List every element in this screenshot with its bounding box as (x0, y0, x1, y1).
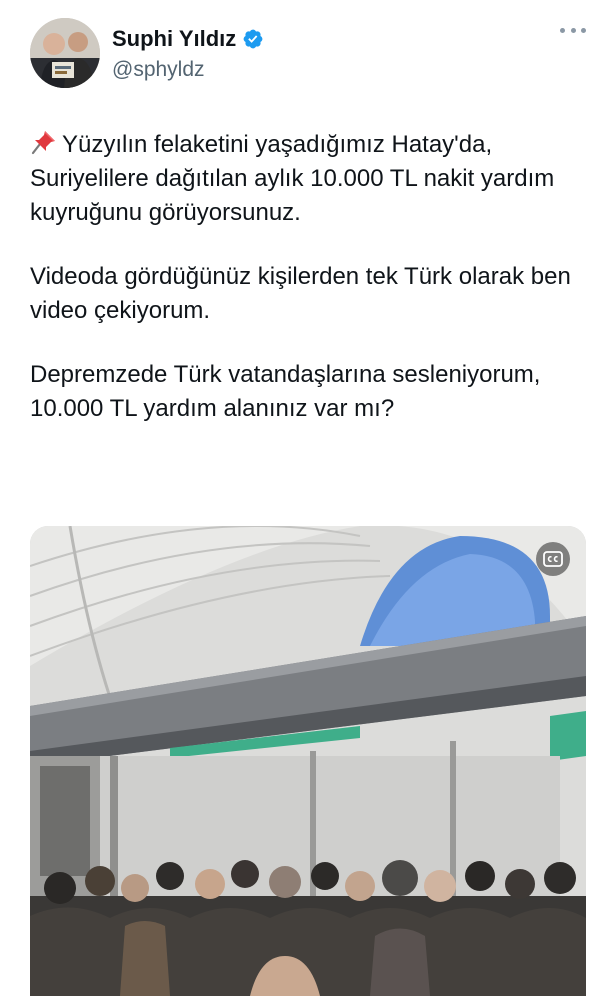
verified-badge-icon (243, 29, 263, 49)
avatar[interactable] (30, 18, 100, 88)
more-options-icon[interactable] (560, 24, 586, 36)
pushpin-icon (31, 131, 55, 155)
closed-captions-icon[interactable] (536, 542, 570, 576)
tweet-paragraph-1-text: Yüzyılın felaketini yaşadığımız Hatay'da… (30, 131, 555, 226)
tweet-header: Suphi Yıldız @sphyldz (0, 0, 616, 110)
tweet-paragraph-2: Videoda gördüğünüz kişilerden tek Türk o… (30, 263, 571, 324)
avatar-image (30, 18, 100, 88)
user-handle[interactable]: @sphyldz (112, 58, 205, 82)
tweet-text: Yüzyılın felaketini yaşadığımız Hatay'da… (30, 128, 590, 456)
video-frame (30, 526, 586, 996)
tweet-paragraph-3: Depremzede Türk vatandaşlarına sesleniyo… (30, 361, 541, 422)
video-player[interactable] (30, 526, 586, 996)
captions-glyph-icon (543, 551, 563, 567)
tweet-paragraph-1: Yüzyılın felaketini yaşadığımız Hatay'da… (30, 128, 590, 230)
name-row: Suphi Yıldız (112, 26, 264, 52)
display-name[interactable]: Suphi Yıldız (112, 26, 236, 52)
